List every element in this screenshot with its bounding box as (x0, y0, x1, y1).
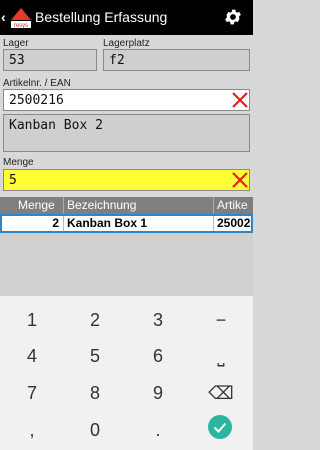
artikel-label: Artikelnr. / EAN (3, 78, 71, 89)
lagerplatz-field[interactable]: f2 (103, 49, 250, 71)
cell-bezeichnung: Kanban Box 1 (64, 216, 214, 231)
app-logo-icon: resys (10, 6, 32, 30)
gear-icon[interactable] (223, 7, 243, 27)
lager-label: Lager (3, 38, 29, 49)
title-bar: ‹ resys Bestellung Erfassung (0, 0, 253, 35)
checkmark-icon (213, 422, 227, 433)
menge-label: Menge (3, 157, 34, 168)
lager-field[interactable]: 53 (3, 49, 97, 71)
key-6[interactable]: 6 (133, 341, 183, 371)
clear-artikel-icon[interactable] (231, 91, 249, 109)
key-8[interactable]: 8 (70, 378, 120, 408)
key-period[interactable]: . (133, 415, 183, 445)
key-9[interactable]: 9 (133, 378, 183, 408)
key-1[interactable]: 1 (7, 305, 57, 335)
key-minus[interactable]: − (196, 305, 246, 335)
column-header-artikel[interactable]: Artike (214, 197, 253, 214)
order-table[interactable]: Menge Bezeichnung Artike 2 Kanban Box 1 … (0, 197, 253, 296)
key-2[interactable]: 2 (70, 305, 120, 335)
column-header-bezeichnung[interactable]: Bezeichnung (64, 197, 214, 214)
artikel-input[interactable]: 2500216 (3, 89, 250, 111)
back-icon[interactable]: ‹ (1, 9, 6, 25)
clear-menge-icon[interactable] (231, 171, 249, 189)
lagerplatz-label: Lagerplatz (103, 38, 150, 49)
space-key-icon[interactable]: ⎵ (196, 341, 246, 371)
cell-artikel: 25002 (217, 216, 251, 230)
description-field: Kanban Box 2 (3, 114, 250, 152)
table-row[interactable]: 2 Kanban Box 1 25002 (0, 214, 253, 233)
cell-menge: 2 (2, 216, 64, 231)
key-7[interactable]: 7 (7, 378, 57, 408)
key-3[interactable]: 3 (133, 305, 183, 335)
key-comma[interactable]: , (7, 415, 57, 445)
logo-text: resys (14, 23, 28, 29)
column-header-menge[interactable]: Menge (0, 197, 64, 214)
key-0[interactable]: 0 (70, 415, 120, 445)
backspace-key-icon[interactable]: ⌫ (196, 378, 246, 408)
numeric-keyboard: 1 2 3 − 4 5 6 ⎵ 7 8 9 ⌫ , 0 . (0, 296, 253, 450)
done-key-icon[interactable] (208, 415, 232, 439)
key-5[interactable]: 5 (70, 341, 120, 371)
page-title: Bestellung Erfassung (35, 9, 168, 25)
menge-input[interactable]: 5 (3, 169, 250, 191)
key-4[interactable]: 4 (7, 341, 57, 371)
